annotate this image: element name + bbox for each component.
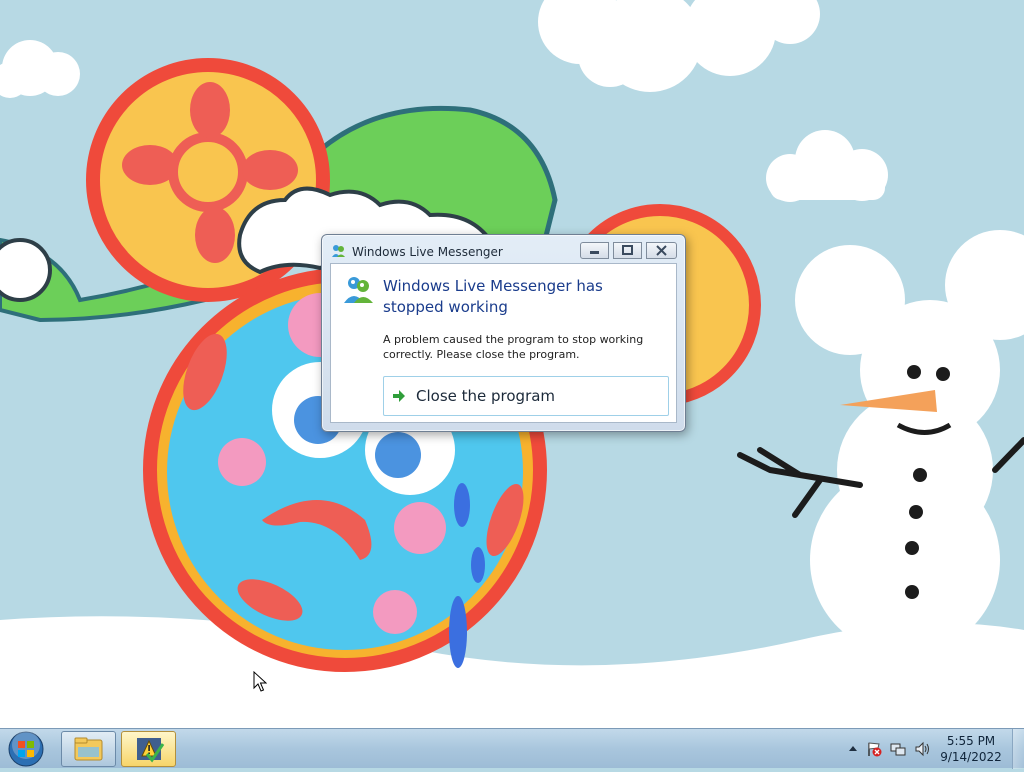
close-icon	[656, 245, 667, 256]
maximize-button[interactable]	[613, 242, 642, 259]
taskbar-file-explorer-button[interactable]	[61, 731, 116, 767]
green-arrow-icon	[393, 390, 405, 402]
error-description: A problem caused the program to stop wor…	[383, 333, 644, 361]
close-program-button[interactable]: Close the program	[383, 376, 669, 416]
action-center-warning-icon[interactable]	[866, 741, 882, 757]
dialog-titlebar[interactable]: Windows Live Messenger	[322, 235, 685, 263]
clock-date: 9/14/2022	[940, 750, 1002, 764]
error-dialog: Windows Live Messenger Windows Live Mess…	[321, 234, 686, 432]
network-icon[interactable]	[890, 741, 906, 757]
minimize-button[interactable]	[580, 242, 609, 259]
messenger-buddies-icon	[344, 277, 373, 303]
problem-reporting-icon	[137, 738, 165, 763]
close-button[interactable]	[646, 242, 677, 259]
dialog-title: Windows Live Messenger	[352, 245, 503, 259]
messenger-icon	[332, 245, 345, 257]
show-hidden-icons[interactable]	[845, 741, 861, 757]
taskbar-problem-reporting-button[interactable]	[121, 731, 176, 767]
taskbar-clock[interactable]: 5:55 PM 9/14/2022	[925, 733, 1017, 765]
taskbar: 5:55 PM 9/14/2022	[0, 728, 1024, 769]
start-button[interactable]	[6, 730, 46, 768]
show-desktop-button[interactable]	[1012, 729, 1024, 769]
dialog-content: Windows Live Messenger has stopped worki…	[330, 263, 677, 423]
maximize-icon	[622, 245, 633, 255]
windows-logo-icon	[8, 731, 44, 767]
close-program-label: Close the program	[416, 387, 556, 405]
minimize-icon	[590, 251, 599, 254]
clock-time: 5:55 PM	[946, 734, 996, 748]
error-headline: Windows Live Messenger has stopped worki…	[383, 277, 603, 316]
file-explorer-icon	[74, 737, 103, 761]
mouse-cursor-icon	[253, 671, 267, 692]
